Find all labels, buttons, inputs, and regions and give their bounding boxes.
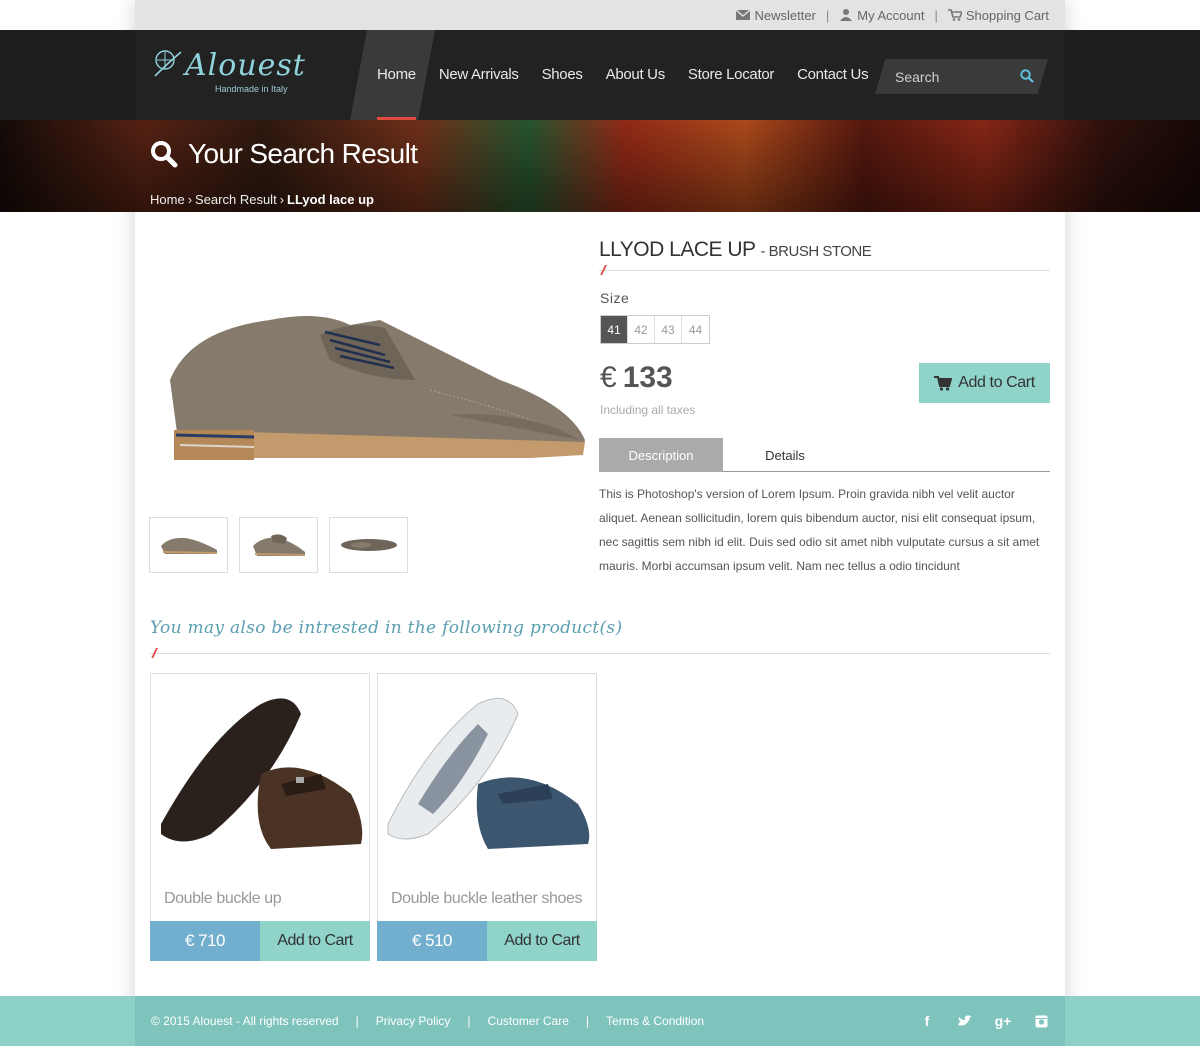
thumbnail-image [160, 537, 217, 554]
social-links: f g+ [919, 1013, 1049, 1029]
product-variant: - BRUSH STONE [760, 243, 872, 260]
product-thumbnails [149, 517, 408, 573]
my-account-link[interactable]: My Account [839, 8, 924, 23]
breadcrumb-separator: › [279, 192, 285, 207]
nav-item-contact-us[interactable]: Contact Us [797, 30, 869, 120]
nav-item-shoes[interactable]: Shoes [542, 30, 583, 120]
footer: © 2015 Alouest - All rights reserved | P… [0, 996, 1200, 1046]
add-to-cart-button[interactable]: Add to Cart [919, 363, 1050, 403]
footer-link-privacy-policy[interactable]: Privacy Policy [376, 1014, 451, 1028]
copyright-text: © 2015 Alouest - All rights reserved [151, 1014, 339, 1028]
related-add-to-cart-button[interactable]: Add to Cart [260, 921, 370, 961]
logo-tagline: Handmade in Italy [215, 84, 288, 94]
footer-inner: © 2015 Alouest - All rights reserved | P… [135, 996, 1065, 1046]
breadcrumb-separator: › [187, 192, 193, 207]
product-thumbnail[interactable] [239, 517, 318, 573]
related-product-card[interactable]: Double buckle up € 710 Add to Cart [150, 673, 370, 961]
facebook-icon[interactable]: f [919, 1013, 935, 1029]
my-account-label: My Account [857, 7, 925, 23]
product-name: LLYOD LACE UP [599, 238, 756, 261]
related-products-title: You may also be intrested in the followi… [150, 618, 623, 638]
size-option-44[interactable]: 44 [682, 316, 709, 343]
related-product-actions: € 710 Add to Cart [150, 921, 370, 961]
footer-divider: | [467, 1014, 471, 1028]
page-title: Your Search Result [150, 138, 418, 170]
topbar-divider: | [825, 7, 830, 23]
product-description: This is Photoshop's version of Lorem Ips… [599, 487, 1040, 573]
twitter-icon[interactable] [957, 1013, 973, 1029]
envelope-icon [736, 9, 751, 20]
search-box [875, 59, 1048, 94]
product-tabs: Description Details [599, 438, 1050, 472]
breadcrumb-search-result[interactable]: Search Result [195, 192, 277, 207]
related-product-price: € 710 [150, 921, 260, 961]
tab-details[interactable]: Details [723, 438, 847, 472]
thumbnail-image [252, 534, 305, 556]
shopping-cart-link[interactable]: Shopping Cart [947, 7, 1049, 23]
logo[interactable]: Alouest Handmade in Italy [151, 44, 311, 100]
search-icon [151, 141, 178, 168]
page-title-text: Your Search Result [188, 138, 418, 169]
thumbnail-image [340, 539, 397, 551]
price-currency: € [600, 361, 617, 394]
price-value: 133 [622, 361, 673, 394]
footer-divider: | [585, 1014, 590, 1028]
nav-item-about-us[interactable]: About Us [606, 30, 666, 120]
accent-slashes: // [152, 645, 156, 661]
product-thumbnail[interactable] [149, 517, 228, 573]
search-input[interactable] [895, 68, 1015, 85]
top-bar: Newsletter | My Account | Shopping Cart [135, 0, 1065, 30]
breadcrumb-home[interactable]: Home [150, 192, 185, 207]
add-to-cart-label: Add to Cart [958, 374, 1035, 391]
related-product-actions: € 510 Add to Cart [377, 921, 597, 961]
size-label: Size [600, 290, 630, 306]
breadcrumb-current: LLyod lace up [287, 192, 374, 207]
topbar-divider: | [934, 7, 938, 23]
size-option-42[interactable]: 42 [628, 316, 655, 343]
newsletter-link[interactable]: Newsletter [736, 7, 816, 23]
product-title: LLYOD LACE UP - BRUSH STONE [599, 238, 872, 262]
accent-slashes: // [601, 262, 605, 278]
user-icon [840, 9, 853, 21]
nav-item-store-locator[interactable]: Store Locator [688, 30, 774, 120]
nav-item-home[interactable]: Home [377, 30, 416, 120]
title-divider [599, 270, 1050, 271]
related-product-image [387, 697, 590, 849]
newsletter-label: Newsletter [754, 7, 816, 23]
logo-wordmark: Alouest [185, 48, 306, 83]
footer-divider: | [355, 1014, 359, 1028]
size-option-43[interactable]: 43 [655, 316, 682, 343]
instagram-icon[interactable] [1033, 1013, 1049, 1029]
product-main-image [170, 316, 585, 460]
search-icon[interactable] [1020, 69, 1034, 83]
logo-mark-icon [154, 50, 182, 77]
nav-item-new-arrivals[interactable]: New Arrivals [439, 30, 519, 120]
footer-link-customer-care[interactable]: Customer Care [488, 1014, 569, 1028]
related-product-card[interactable]: Double buckle leather shoes € 510 Add to… [377, 673, 597, 961]
size-selector: 41 42 43 44 [600, 315, 710, 344]
related-product-name: Double buckle leather shoes [391, 890, 583, 907]
related-product-name: Double buckle up [164, 890, 282, 907]
cart-icon [934, 375, 953, 391]
product-thumbnail[interactable] [329, 517, 408, 573]
breadcrumb: Home › Search Result › LLyod lace up [150, 192, 374, 207]
page-banner: Your Search Result Home › Search Result … [0, 120, 1200, 212]
related-divider [150, 653, 1050, 654]
shopping-cart-label: Shopping Cart [965, 7, 1049, 23]
header-inner: Alouest Handmade in Italy Home New Arriv… [135, 30, 1065, 120]
header: Alouest Handmade in Italy Home New Arriv… [0, 30, 1200, 120]
cart-icon [947, 9, 962, 21]
size-option-41[interactable]: 41 [601, 316, 628, 343]
product-price: €133 [600, 361, 673, 395]
main-nav: Home New Arrivals Shoes About Us Store L… [377, 30, 869, 120]
footer-link-terms[interactable]: Terms & Condition [606, 1014, 704, 1028]
related-product-price: € 510 [377, 921, 487, 961]
google-plus-icon[interactable]: g+ [995, 1013, 1012, 1029]
related-product-image [161, 698, 363, 849]
tab-description[interactable]: Description [599, 438, 723, 472]
taxes-note: Including all taxes [600, 403, 696, 417]
related-add-to-cart-button[interactable]: Add to Cart [487, 921, 597, 961]
